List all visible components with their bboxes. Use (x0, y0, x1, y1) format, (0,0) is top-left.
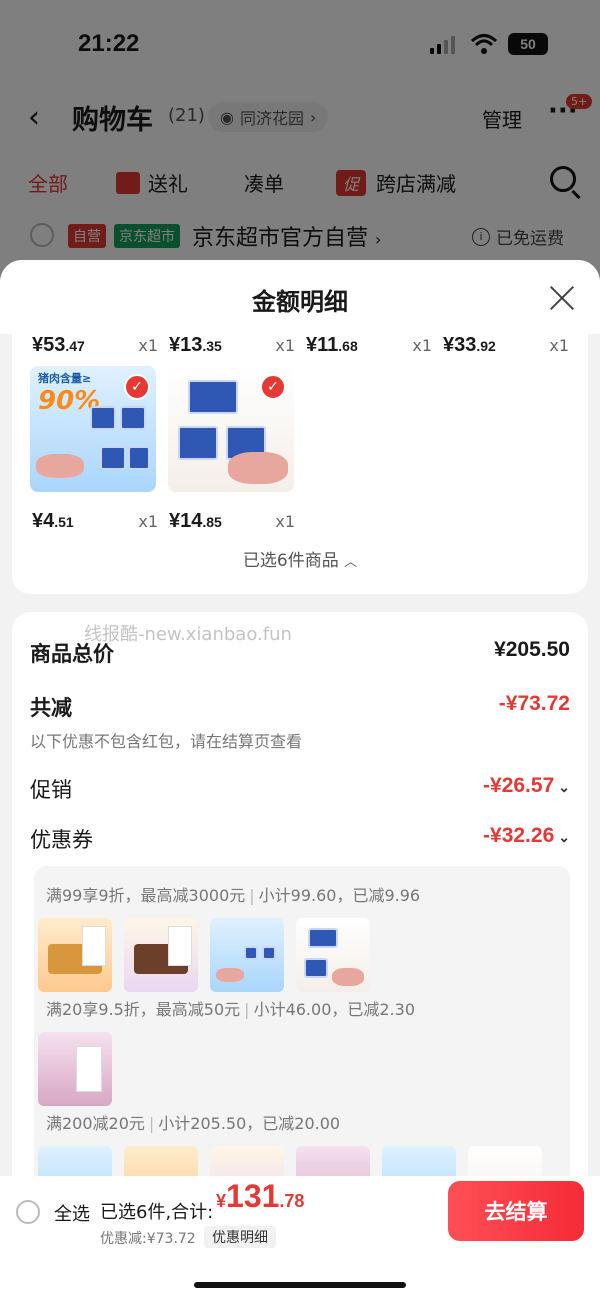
sheet-title: 金额明细 (252, 288, 348, 316)
item-price: ¥53.47 x1 (32, 334, 158, 356)
watermark: 线报酷-new.xianbao.fun (84, 624, 292, 645)
product-mini-thumbnail[interactable] (124, 918, 198, 992)
item-price: ¥11.68 x1 (306, 334, 432, 356)
selected-items-card: ¥53.47 x1 ¥13.35 x1 ¥11.68 x1 ¥33.92 x1 猪肉含量… (12, 334, 588, 594)
chevron-down-icon: ⌄ (558, 779, 570, 795)
selected-count-toggle[interactable]: 已选6件商品 ︿ (12, 546, 588, 571)
selected-summary: 已选6件,合计: (100, 1202, 214, 1223)
discount-detail-button[interactable]: 优惠明细 (204, 1226, 276, 1248)
coupon-value[interactable]: -¥32.26 ⌄ (483, 824, 570, 848)
coupon-rule: 满99享9折，最高减3000元 | 小计99.60，已减9.96 (46, 886, 421, 905)
reduce-note: 以下优惠不包含红包，请在结算页查看 (30, 732, 303, 751)
item-price: ¥13.35 x1 (169, 334, 295, 356)
home-indicator[interactable] (194, 1282, 406, 1288)
coupon-amount: -¥32.26 (483, 824, 555, 847)
close-icon[interactable] (546, 282, 578, 314)
select-all-radio[interactable] (16, 1200, 40, 1224)
reduce-value: -¥73.72 (498, 692, 570, 715)
product-mini-thumbnail[interactable] (38, 918, 112, 992)
total-label: 商品总价 (30, 642, 114, 666)
total-price: ¥131.78 (216, 1178, 305, 1214)
coupon-label: 优惠券 (30, 828, 93, 852)
product-thumbnail[interactable]: 猪肉含量≥ 90% ✓ (30, 366, 156, 492)
checked-icon[interactable]: ✓ (260, 374, 286, 400)
price-row-2: ¥4.51 x1 ¥14.85 x1 (12, 510, 588, 534)
product-mini-thumbnail[interactable] (296, 918, 370, 992)
amount-detail-sheet: 金额明细 ¥53.47 x1 ¥13.35 x1 ¥11.68 x1 ¥33.92 x1… (0, 260, 600, 1300)
coupon-rule: 满20享9.5折，最高减50元 | 小计46.00，已减2.30 (46, 1000, 415, 1019)
item-price: ¥14.85 x1 (169, 510, 295, 532)
reduce-label: 共减 (30, 696, 72, 720)
product-thumbnail[interactable]: ✓ (168, 366, 294, 492)
promo-label: 促销 (30, 778, 72, 802)
product-mini-thumbnail[interactable] (210, 918, 284, 992)
coupon-rule: 满200减20元 | 小计205.50，已减20.00 (46, 1114, 341, 1133)
promo-value[interactable]: -¥26.57 ⌄ (483, 774, 570, 798)
checkout-bar: 全选 已选6件,合计: ¥131.78 优惠减:¥73.72 优惠明细 去结算 (0, 1176, 600, 1300)
item-price: ¥4.51 x1 (32, 510, 158, 532)
chevron-down-icon: ⌄ (558, 829, 570, 845)
checked-icon[interactable]: ✓ (124, 374, 150, 400)
checkout-button[interactable]: 去结算 (448, 1181, 584, 1241)
total-value: ¥205.50 (494, 638, 570, 661)
price-row-1: ¥53.47 x1 ¥13.35 x1 ¥11.68 x1 ¥33.92 x1 (12, 334, 588, 358)
product-mini-thumbnail[interactable] (38, 1032, 112, 1106)
discount-summary: 优惠减:¥73.72 (100, 1231, 196, 1247)
promo-amount: -¥26.57 (483, 774, 555, 797)
chevron-up-icon: ︿ (344, 555, 358, 570)
sheet-header: 金额明细 (0, 260, 600, 334)
item-price: ¥33.92 x1 (443, 334, 569, 356)
select-all-label[interactable]: 全选 (54, 1200, 90, 1226)
selected-count-label: 已选6件商品 (242, 551, 339, 571)
